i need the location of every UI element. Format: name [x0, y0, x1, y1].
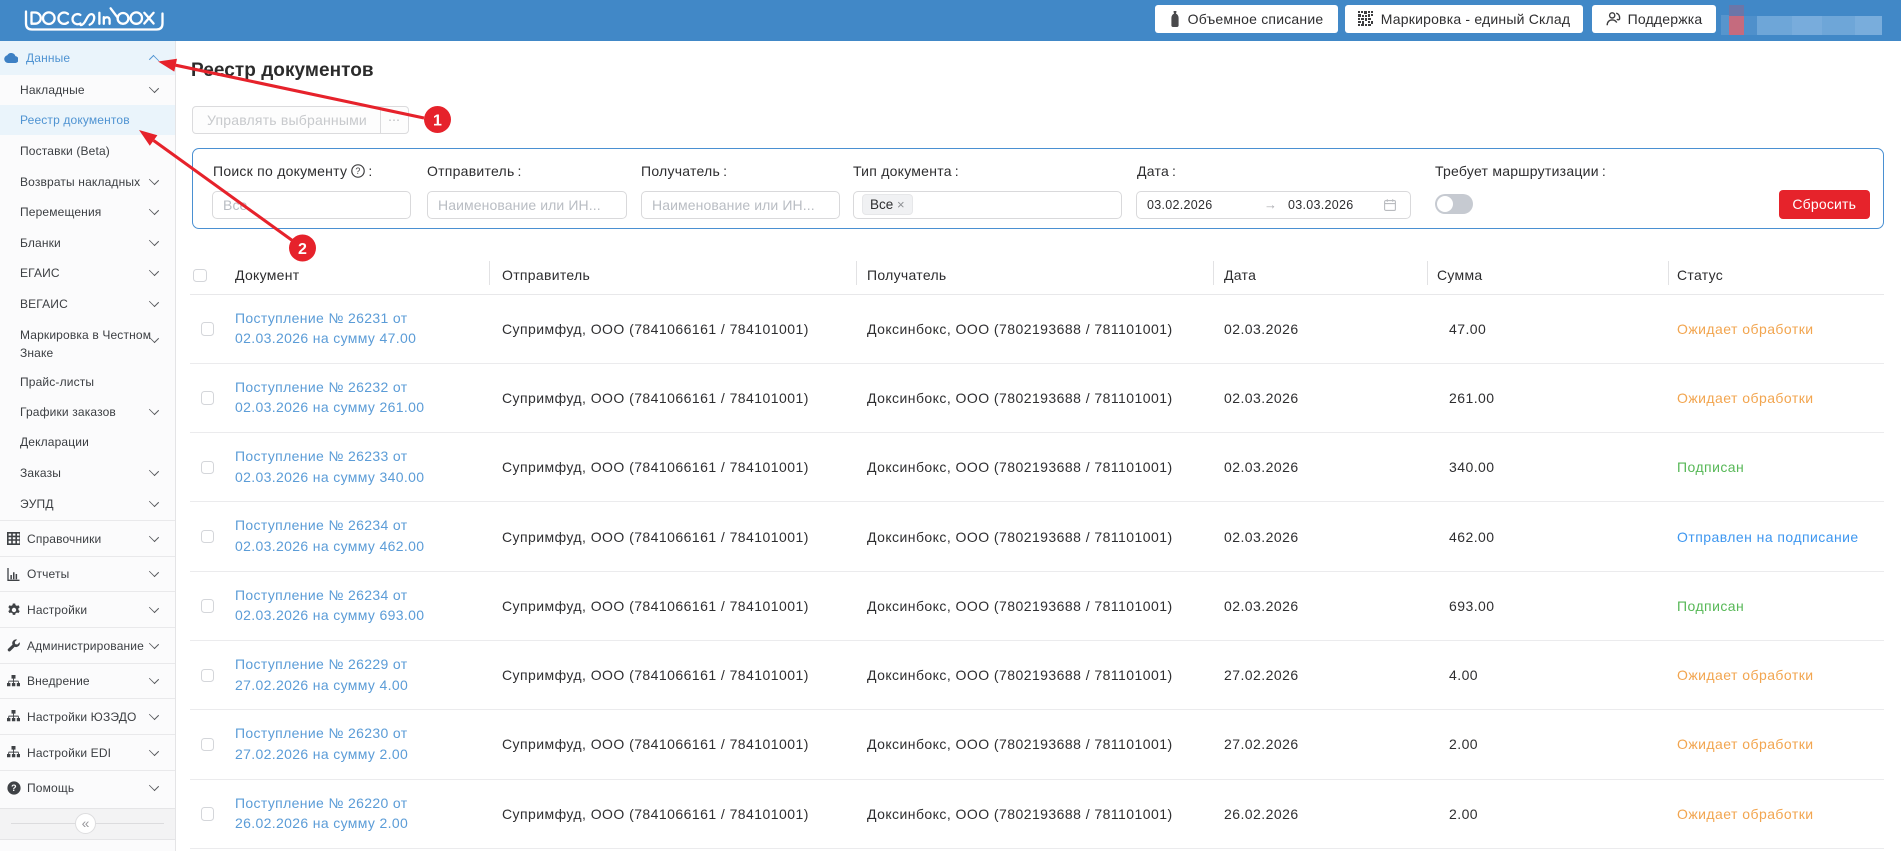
svg-text:1: 1	[433, 113, 442, 130]
svg-text:?: ?	[356, 166, 361, 176]
svg-text:?: ?	[11, 783, 17, 793]
